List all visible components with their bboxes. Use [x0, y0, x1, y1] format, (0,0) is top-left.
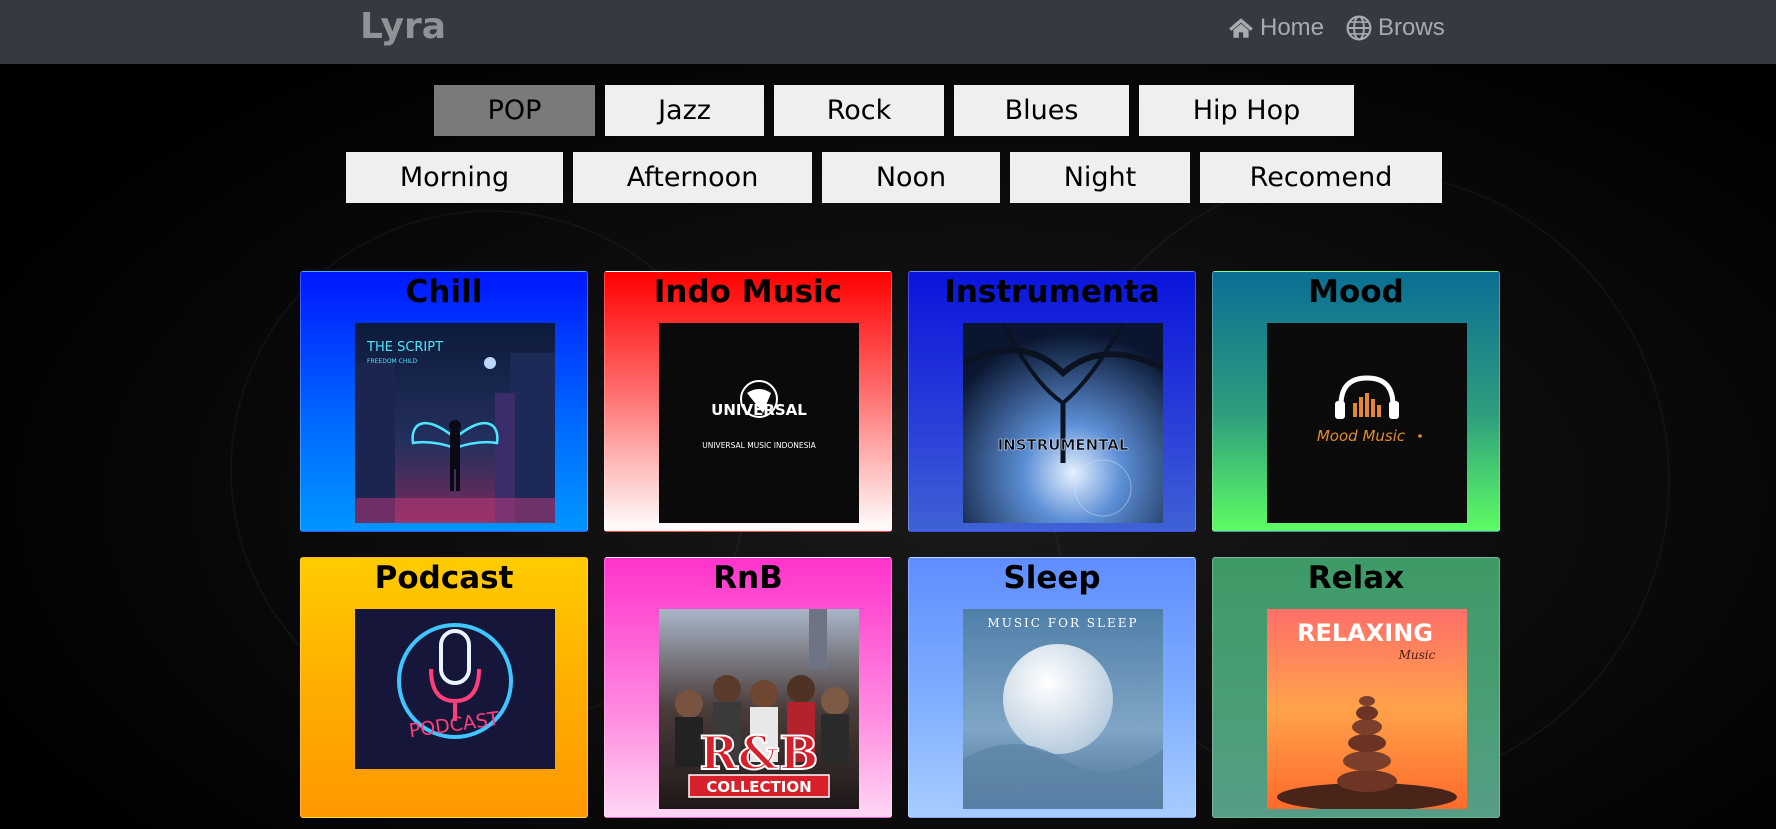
playlist-cover-sleep: MUSIC FOR SLEEP	[963, 609, 1163, 809]
cover-art: PODCAST	[355, 609, 555, 769]
time-tab-recomend[interactable]: Recomend	[1200, 152, 1442, 203]
playlist-title: Instrumenta	[944, 274, 1160, 310]
genre-tab-hip-hop[interactable]: Hip Hop	[1139, 85, 1354, 136]
nav-brows-label: Brows	[1378, 14, 1445, 41]
playlist-title: Sleep	[1003, 560, 1101, 596]
playlist-cover-rnb: R&B COLLECTION	[659, 609, 859, 809]
playlist-title: Chill	[405, 274, 483, 310]
cover-art: INSTRUMENTAL	[963, 323, 1163, 523]
playlist-card-instrumenta[interactable]: Instrumenta INSTRUMENTAL	[908, 271, 1196, 532]
globe-icon	[1346, 15, 1372, 41]
time-tab-night[interactable]: Night	[1010, 152, 1190, 203]
cover-art: R&B COLLECTION	[659, 609, 859, 809]
cover-art: MUSIC FOR SLEEP	[963, 609, 1163, 809]
playlist-title: Indo Music	[653, 274, 843, 310]
playlist-card-indo-music[interactable]: Indo Music UNIVERSAL UNIVERSAL MUSIC IND…	[604, 271, 892, 532]
navbar: Lyra Home Brows	[0, 0, 1776, 64]
playlist-card-podcast[interactable]: Podcast PODCAST	[300, 557, 588, 818]
playlist-grid: Chill THE SCRIPT FREEDOM CHILD Indo Musi…	[300, 271, 1500, 818]
playlist-cover-relax: RELAXING Music	[1267, 609, 1467, 809]
genre-tab-rock[interactable]: Rock	[774, 85, 944, 136]
playlist-card-mood[interactable]: Mood Mood Music	[1212, 271, 1500, 532]
playlist-cover-podcast: PODCAST	[355, 609, 555, 769]
cover-art: Mood Music	[1267, 323, 1467, 523]
nav-home-link[interactable]: Home	[1228, 14, 1324, 42]
cover-art: THE SCRIPT FREEDOM CHILD	[355, 323, 555, 523]
genre-tab-pop[interactable]: POP	[434, 85, 595, 136]
cover-subtext: UNIVERSAL MUSIC INDONESIA	[702, 441, 816, 450]
time-tab-afternoon[interactable]: Afternoon	[573, 152, 812, 203]
cover-subtext: Music	[1398, 648, 1436, 662]
cover-text: UNIVERSAL	[711, 401, 807, 419]
playlist-card-rnb[interactable]: RnB R&B COLLECTION	[604, 557, 892, 818]
time-tab-morning[interactable]: Morning	[346, 152, 563, 203]
playlist-cover-indo-music: UNIVERSAL UNIVERSAL MUSIC INDONESIA	[659, 323, 859, 523]
playlist-title: Podcast	[374, 560, 514, 596]
cover-text: R&B	[700, 726, 819, 780]
playlist-card-relax[interactable]: Relax RELAXING Music	[1212, 557, 1500, 818]
playlist-cover-mood: Mood Music	[1267, 323, 1467, 523]
home-icon	[1229, 18, 1253, 38]
playlist-title: Relax	[1307, 560, 1405, 596]
nav-home-label: Home	[1260, 14, 1325, 41]
cover-text: INSTRUMENTAL	[998, 436, 1129, 454]
cover-subtext: COLLECTION	[706, 778, 811, 796]
cover-text: RELAXING	[1297, 619, 1433, 647]
genre-tab-blues[interactable]: Blues	[954, 85, 1129, 136]
playlist-title: RnB	[713, 560, 783, 596]
time-tabs-row: Morning Afternoon Noon Night Recomend	[346, 152, 1442, 203]
cover-subtext: FREEDOM CHILD	[367, 358, 417, 365]
cover-art: UNIVERSAL UNIVERSAL MUSIC INDONESIA	[659, 323, 859, 523]
time-tab-noon[interactable]: Noon	[822, 152, 1000, 203]
cover-text: THE SCRIPT	[366, 340, 443, 355]
cover-text: MUSIC FOR SLEEP	[987, 616, 1138, 630]
genre-tabs-row: POP Jazz Rock Blues Hip Hop	[434, 85, 1354, 136]
playlist-title: Mood	[1308, 274, 1404, 310]
playlist-card-chill[interactable]: Chill THE SCRIPT FREEDOM CHILD	[300, 271, 588, 532]
cover-text: Mood Music	[1317, 427, 1406, 445]
nav-brows-link[interactable]: Brows	[1346, 14, 1445, 42]
playlist-cover-chill: THE SCRIPT FREEDOM CHILD	[355, 323, 555, 523]
nav-links: Home Brows	[1228, 14, 1445, 42]
playlist-cover-instrumenta: INSTRUMENTAL	[963, 323, 1163, 523]
genre-tab-jazz[interactable]: Jazz	[605, 85, 764, 136]
cover-art: RELAXING Music	[1267, 609, 1467, 809]
playlist-card-sleep[interactable]: Sleep MUSIC FOR SLEEP	[908, 557, 1196, 818]
brand-logo[interactable]: Lyra	[360, 6, 446, 47]
